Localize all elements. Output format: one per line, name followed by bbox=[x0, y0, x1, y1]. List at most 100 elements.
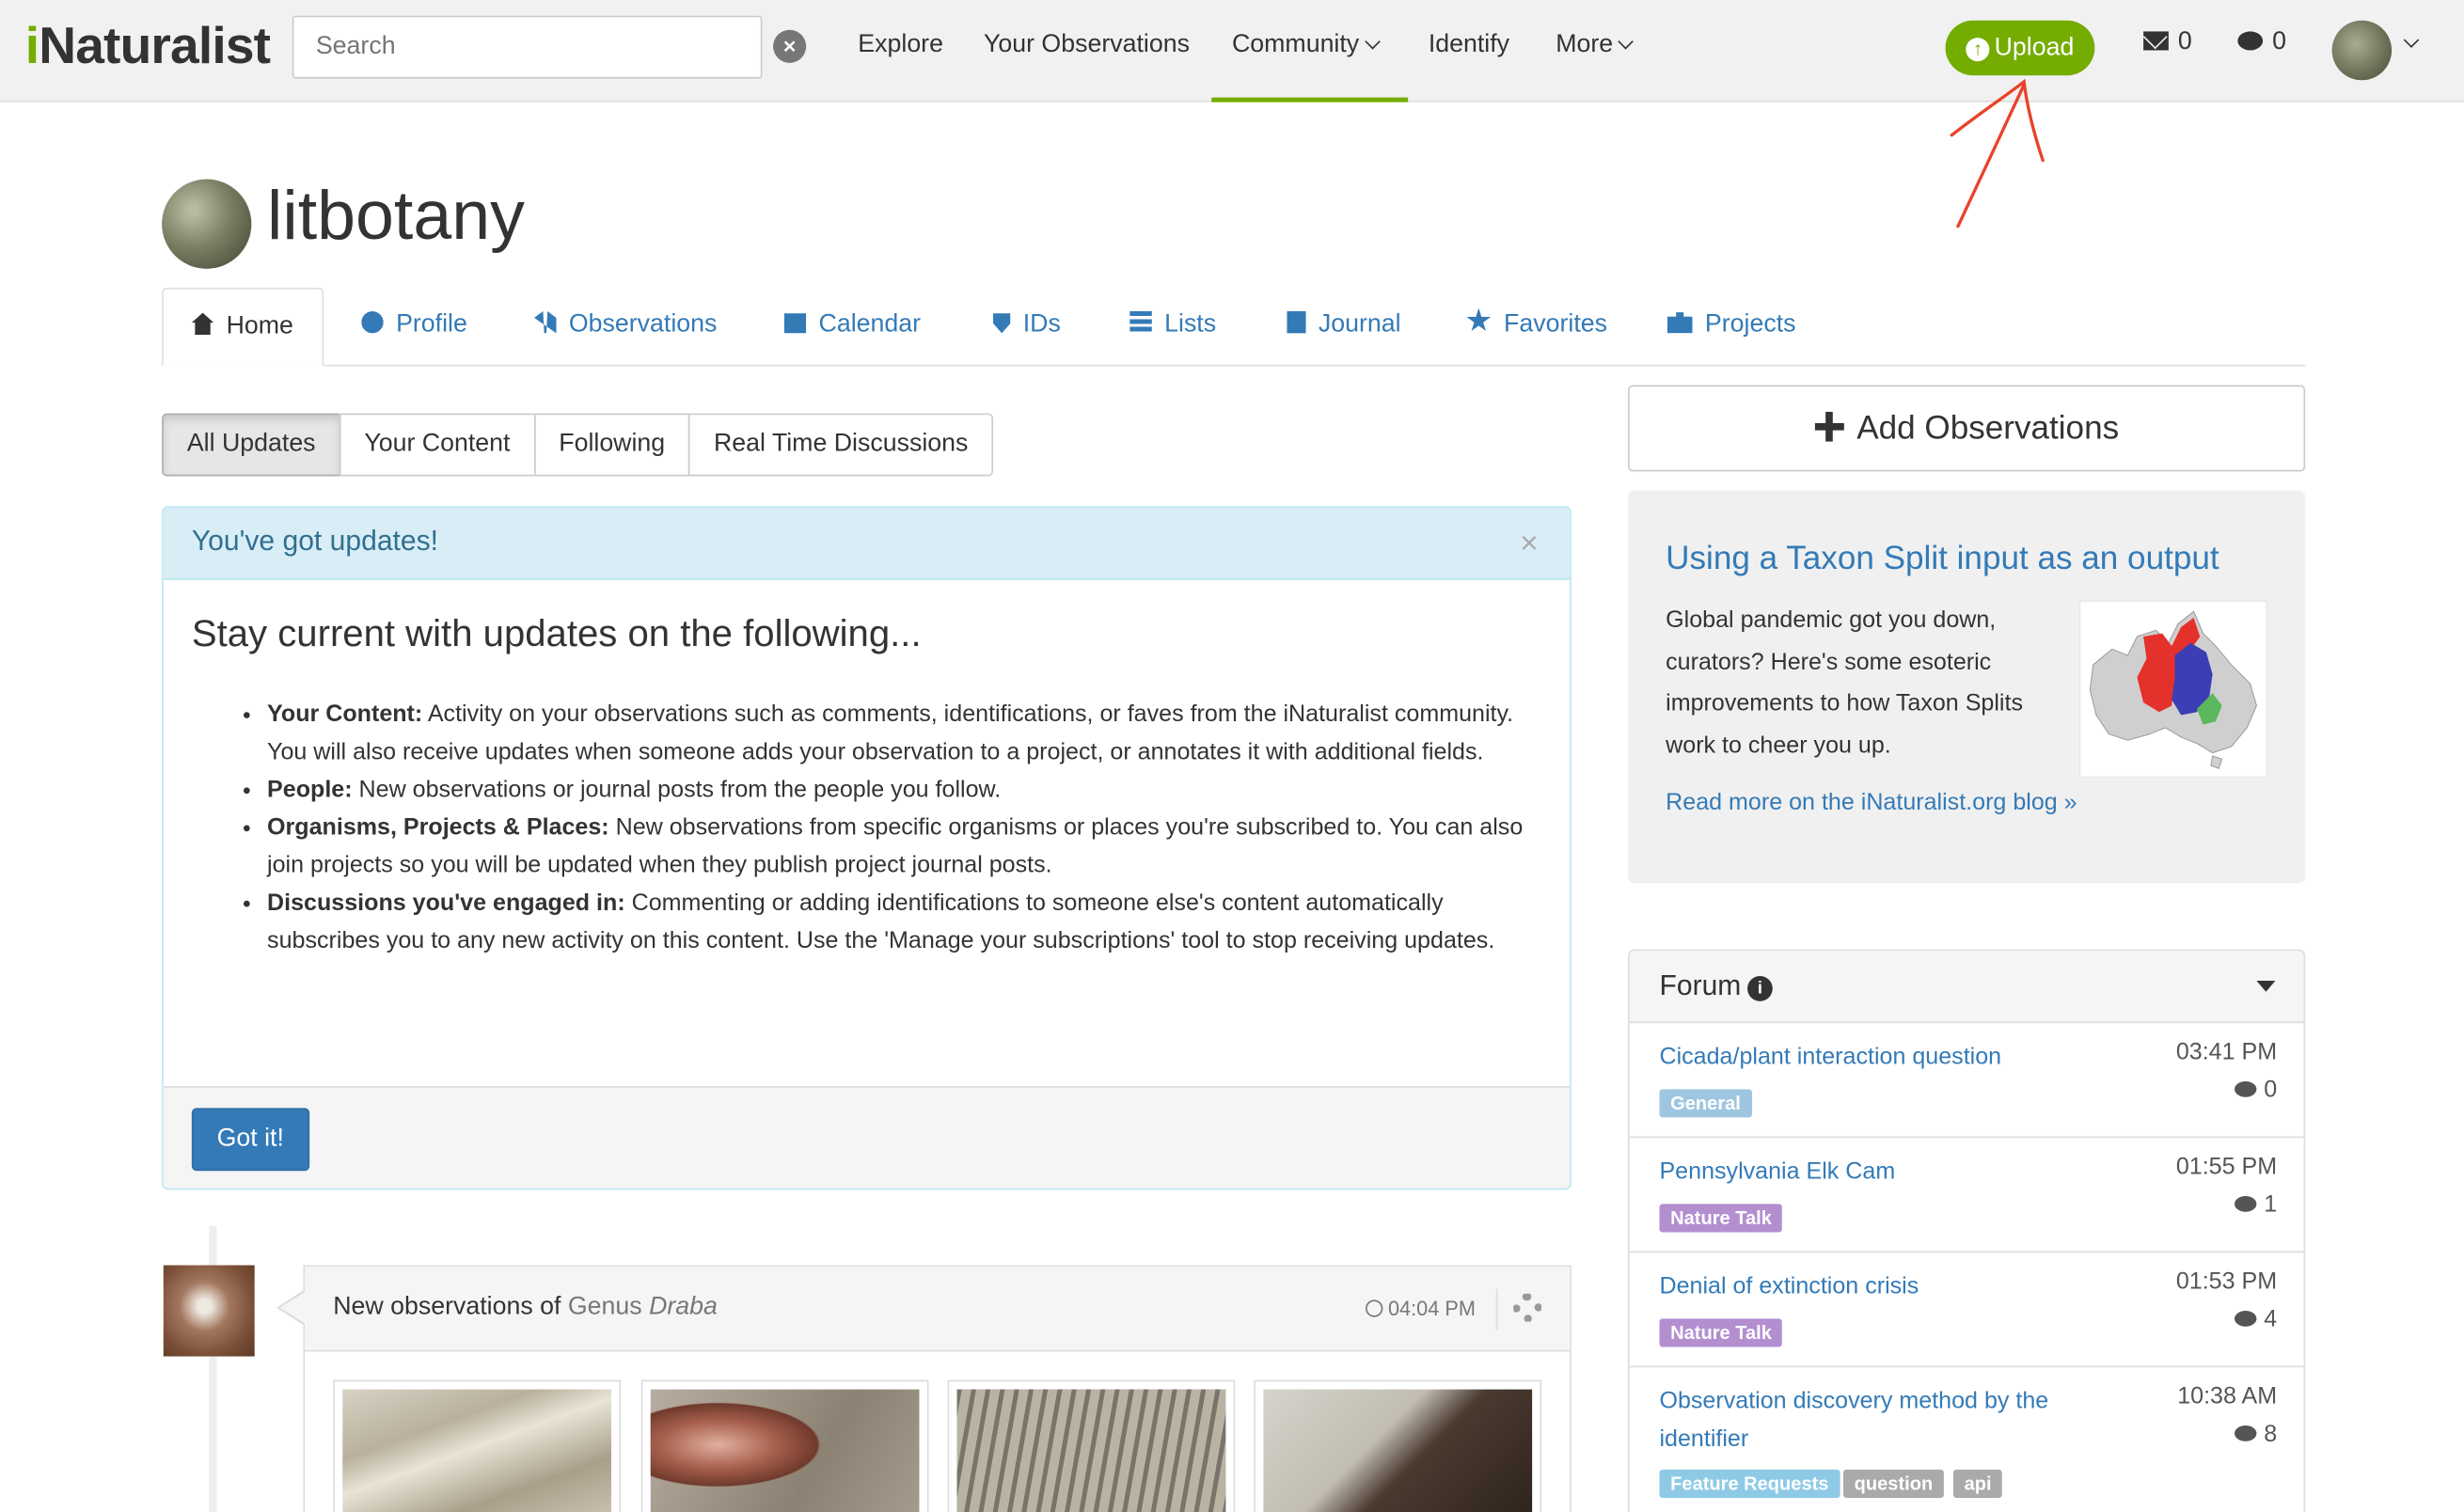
item-text: Activity on your observations such as co… bbox=[267, 701, 1514, 766]
panel-heading-text: You've got updates! bbox=[191, 525, 439, 557]
observation-photo[interactable] bbox=[947, 1379, 1236, 1512]
tab-label: Journal bbox=[1318, 310, 1401, 339]
forum-category-tag[interactable]: Feature Requests bbox=[1659, 1469, 1840, 1498]
chevron-down-icon[interactable] bbox=[2403, 32, 2420, 48]
tab-profile[interactable]: Profile bbox=[361, 288, 467, 367]
annotation-arrow bbox=[1950, 78, 2045, 228]
forum-topic-row: Denial of extinction crisis 01:53 PM 4 N… bbox=[1629, 1252, 2304, 1368]
comments-icon bbox=[2234, 1196, 2256, 1212]
page: iNaturalist × Explore Your Observations … bbox=[0, 0, 2464, 1512]
forum-tag[interactable]: question bbox=[1842, 1469, 1944, 1498]
tab-calendar[interactable]: Calendar bbox=[783, 288, 922, 367]
forum-topic-link[interactable]: Denial of extinction crisis bbox=[1659, 1268, 2115, 1306]
forum-category-tag[interactable]: Nature Talk bbox=[1659, 1204, 1783, 1233]
comments-icon bbox=[2234, 1080, 2256, 1097]
panel-body: Stay current with updates on the followi… bbox=[164, 580, 1570, 992]
tab-observations[interactable]: Observations bbox=[534, 288, 717, 367]
messages-button[interactable]: 0 bbox=[2143, 28, 2192, 56]
clear-search-icon[interactable]: × bbox=[773, 29, 807, 63]
nav-community-label: Community bbox=[1231, 31, 1360, 58]
notifications-button[interactable]: 0 bbox=[2237, 28, 2286, 56]
reply-count-text: 8 bbox=[2264, 1421, 2278, 1448]
tab-journal[interactable]: Journal bbox=[1287, 288, 1401, 367]
reply-count-text: 0 bbox=[2264, 1076, 2278, 1104]
nav-community[interactable]: Community bbox=[1211, 0, 1409, 102]
tab-ids[interactable]: IDs bbox=[993, 288, 1061, 367]
reply-count-text: 4 bbox=[2264, 1306, 2278, 1333]
list-icon bbox=[1129, 310, 1152, 334]
add-observations-label: Add Observations bbox=[1856, 410, 2120, 447]
close-icon[interactable]: × bbox=[1520, 527, 1539, 562]
calendar-icon bbox=[783, 313, 807, 334]
forum-heading[interactable]: Forum i bbox=[1629, 951, 2304, 1024]
tab-label: Observations bbox=[568, 310, 718, 339]
nav-your-observations[interactable]: Your Observations bbox=[984, 0, 1190, 102]
observation-photo[interactable] bbox=[333, 1379, 622, 1512]
item-label: Discussions you've engaged in: bbox=[267, 890, 625, 917]
filter-all-updates[interactable]: All Updates bbox=[162, 413, 341, 477]
filter-following[interactable]: Following bbox=[533, 413, 690, 477]
forum-topic-row: Pennsylvania Elk Cam 01:55 PM 1 Nature T… bbox=[1629, 1138, 2304, 1253]
feed-card-heading: New observations of Genus Draba 04:04 PM bbox=[305, 1267, 1571, 1352]
upload-label: Upload bbox=[1994, 34, 2075, 62]
tab-label: Calendar bbox=[818, 310, 922, 339]
tab-label: IDs bbox=[1022, 310, 1061, 339]
search-input[interactable] bbox=[292, 15, 763, 79]
add-observations-button[interactable]: Add Observations bbox=[1628, 385, 2306, 472]
updates-filter-group: All Updates Your Content Following Real … bbox=[162, 413, 994, 477]
forum-category-tag[interactable]: General bbox=[1659, 1089, 1752, 1118]
nav-explore[interactable]: Explore bbox=[858, 0, 943, 102]
comment-icon bbox=[2237, 31, 2264, 51]
got-it-button[interactable]: Got it! bbox=[191, 1108, 309, 1172]
forum-topic-link[interactable]: Cicada/plant interaction question bbox=[1659, 1039, 2115, 1077]
caret-down-icon[interactable] bbox=[2256, 981, 2276, 992]
taxon-rank: Genus bbox=[567, 1293, 642, 1321]
observation-photo[interactable] bbox=[1254, 1379, 1542, 1512]
forum-widget: Forum i Cicada/plant interaction question… bbox=[1628, 949, 2306, 1512]
upload-button[interactable]: ↑ Upload bbox=[1945, 20, 2095, 76]
forum-topic-link[interactable]: Pennsylvania Elk Cam bbox=[1659, 1154, 2115, 1191]
info-icon[interactable]: i bbox=[1747, 976, 1773, 1001]
forum-category-tag[interactable]: Nature Talk bbox=[1659, 1318, 1783, 1347]
blog-read-more-link[interactable]: Read more on the iNaturalist.org blog » bbox=[1666, 789, 2077, 815]
upload-arrow-icon: ↑ bbox=[1966, 38, 1990, 62]
forum-reply-count: 4 bbox=[2234, 1306, 2277, 1332]
list-item: Organisms, Projects & Places: New observ… bbox=[267, 810, 1541, 885]
blog-title-link[interactable]: Using a Taxon Split input as an output bbox=[1666, 541, 2219, 578]
item-text: New observations or journal posts from t… bbox=[352, 776, 1002, 804]
comments-icon bbox=[2234, 1311, 2256, 1327]
nav-more[interactable]: More bbox=[1556, 0, 1635, 102]
updates-info-panel: You've got updates! × Stay current with … bbox=[162, 506, 1572, 1190]
feed-taxon-thumbnail[interactable] bbox=[163, 1265, 255, 1357]
forum-topic-row: Cicada/plant interaction question 03:41 … bbox=[1629, 1023, 2304, 1139]
filter-your-content[interactable]: Your Content bbox=[339, 413, 536, 477]
tab-label: Home bbox=[226, 312, 293, 340]
tab-home[interactable]: Home bbox=[162, 287, 324, 367]
forum-topic-link[interactable]: Observation discovery method by the iden… bbox=[1659, 1383, 2115, 1458]
blog-widget: Using a Taxon Split input as an output G… bbox=[1628, 490, 2306, 884]
profile-avatar bbox=[162, 179, 252, 269]
item-label: Organisms, Projects & Places: bbox=[267, 813, 609, 842]
forum-reply-count: 8 bbox=[2234, 1421, 2277, 1447]
tab-favorites[interactable]: Favorites bbox=[1466, 288, 1607, 367]
filter-real-time-discussions[interactable]: Real Time Discussions bbox=[688, 413, 994, 477]
user-avatar-menu[interactable] bbox=[2331, 20, 2393, 81]
observation-photo[interactable] bbox=[640, 1379, 929, 1512]
feed-time-text: 04:04 PM bbox=[1387, 1296, 1476, 1321]
forum-tag[interactable]: api bbox=[1952, 1469, 2003, 1498]
tab-projects[interactable]: Projects bbox=[1666, 288, 1795, 367]
tab-label: Profile bbox=[396, 310, 467, 339]
blog-map-image[interactable] bbox=[2078, 600, 2268, 779]
clock-icon bbox=[1366, 1299, 1383, 1317]
briefcase-icon bbox=[1666, 312, 1693, 334]
star-icon bbox=[1466, 307, 1492, 331]
nav-identify[interactable]: Identify bbox=[1429, 0, 1509, 102]
inaturalist-logo[interactable]: iNaturalist bbox=[25, 15, 271, 76]
feed-taxon-link[interactable]: Genus Draba bbox=[568, 1294, 718, 1320]
forum-topic-time: 01:55 PM bbox=[2175, 1153, 2278, 1181]
profile-tabs: Home Profile Observations Calendar IDs L… bbox=[162, 287, 2306, 367]
taxon-name: Draba bbox=[649, 1293, 718, 1321]
tab-lists[interactable]: Lists bbox=[1129, 288, 1216, 367]
logo-text: Naturalist bbox=[39, 15, 271, 74]
gear-icon[interactable] bbox=[1513, 1293, 1542, 1322]
